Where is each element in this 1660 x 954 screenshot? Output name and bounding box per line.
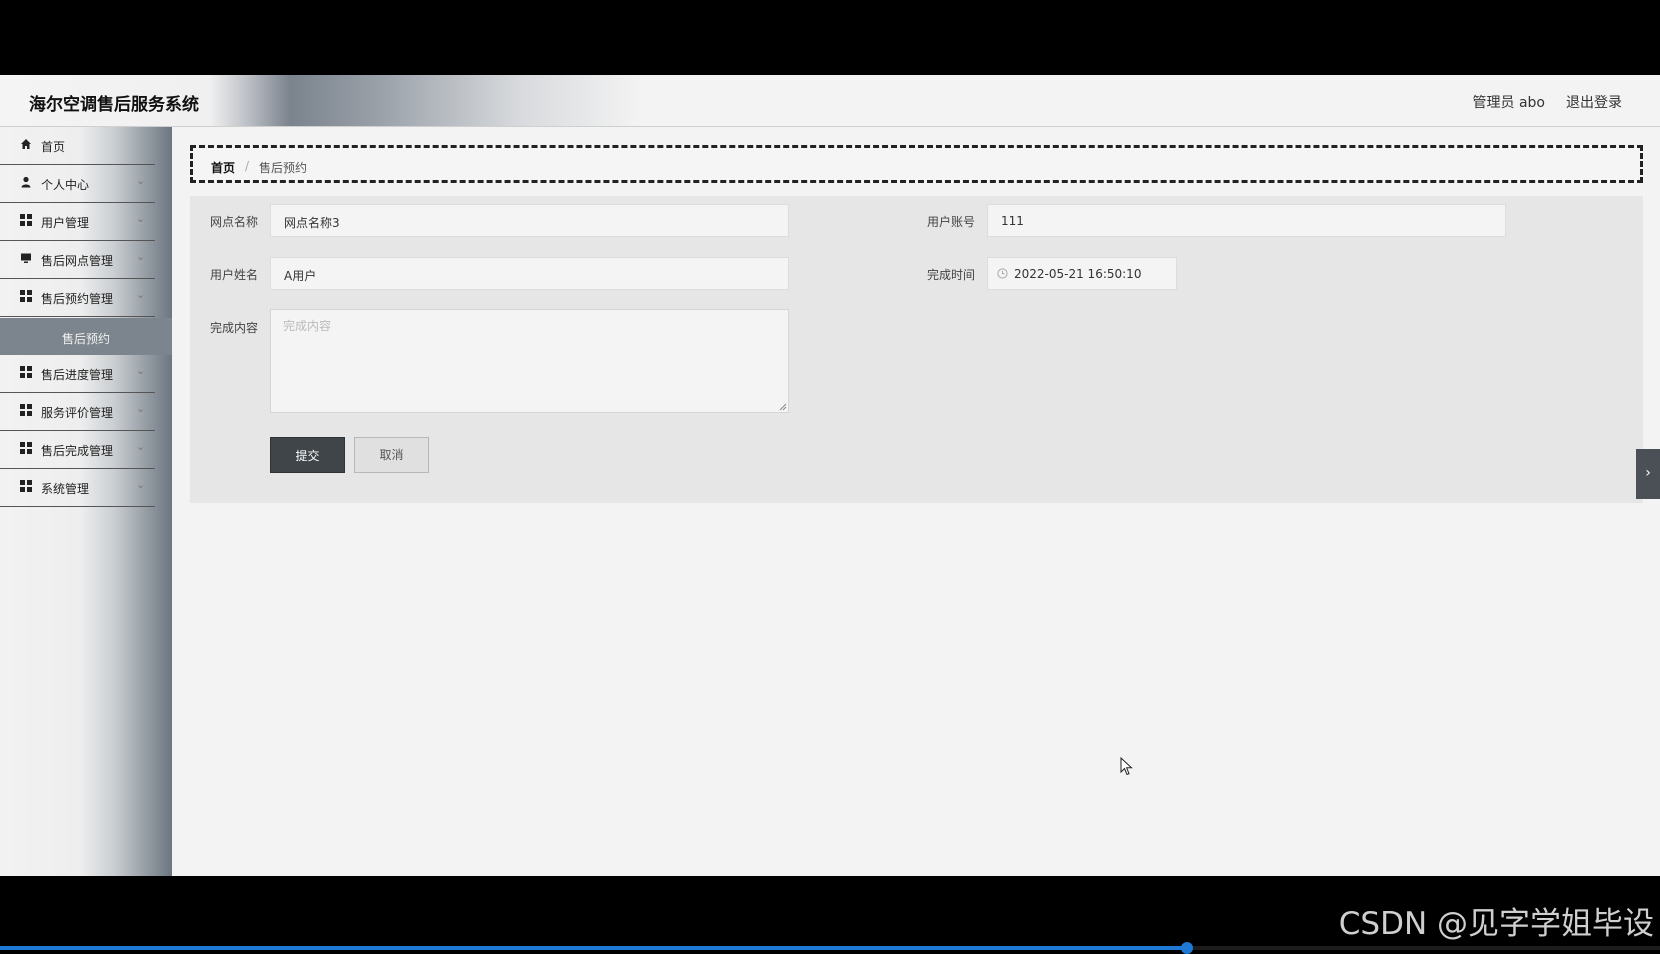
side-panel-toggle[interactable]: › [1636, 449, 1660, 499]
sidebar-subitem-appointment[interactable]: 售后预约 [0, 318, 172, 355]
breadcrumb-separator: / [245, 159, 250, 173]
grid-icon [20, 442, 32, 454]
grid-icon [20, 480, 32, 492]
sidebar-item-review-management[interactable]: 服务评价管理 ⌄ [0, 393, 155, 431]
video-progress-bar[interactable] [0, 942, 1660, 954]
app-window: 海尔空调售后服务系统 管理员 abo 退出登录 首页 个人中心 ⌄ 用户管理 ⌄… [0, 75, 1660, 876]
sidebar-item-label: 售后网点管理 [41, 254, 114, 268]
mouse-cursor-icon [1120, 757, 1133, 776]
top-header: 海尔空调售后服务系统 管理员 abo 退出登录 [0, 75, 1660, 127]
clock-icon [997, 268, 1008, 279]
watermark-text: CSDN @见字学姐毕设 [1338, 906, 1654, 942]
current-user: 管理员 abo [1472, 95, 1545, 111]
finish-content-placeholder: 完成内容 [283, 319, 332, 333]
chevron-down-icon: ⌄ [136, 288, 146, 301]
sidebar-item-home[interactable]: 首页 [0, 127, 155, 165]
chevron-down-icon: ⌄ [136, 402, 146, 415]
finish-content-label: 完成内容 [210, 321, 259, 335]
app-title: 海尔空调售后服务系统 [29, 95, 199, 115]
chevron-down-icon: ⌄ [136, 174, 146, 187]
sidebar-item-progress-management[interactable]: 售后进度管理 ⌄ [0, 355, 155, 393]
sidebar-item-system-management[interactable]: 系统管理 ⌄ [0, 469, 155, 507]
sidebar-item-appointment-management[interactable]: 售后预约管理 ⌄ [0, 279, 155, 317]
sidebar-item-label: 服务评价管理 [41, 406, 114, 420]
chevron-down-icon: ⌄ [136, 478, 146, 491]
appointment-form: 网点名称 网点名称3 用户账号 111 用户姓名 A用户 完成时间 2022-0… [190, 196, 1643, 503]
sidebar-item-personal-center[interactable]: 个人中心 ⌄ [0, 165, 155, 203]
chevron-down-icon: ⌄ [136, 212, 146, 225]
sidebar-item-label: 售后进度管理 [41, 368, 114, 382]
sidebar-menu: 首页 个人中心 ⌄ 用户管理 ⌄ 售后网点管理 ⌄ 售后预约管理 ⌄ 售后预约 … [0, 127, 172, 507]
home-icon [21, 139, 31, 149]
chevron-down-icon: ⌄ [136, 250, 146, 263]
grid-icon [20, 366, 32, 378]
logout-link[interactable]: 退出登录 [1566, 92, 1622, 112]
sidebar-item-user-management[interactable]: 用户管理 ⌄ [0, 203, 155, 241]
sidebar: 首页 个人中心 ⌄ 用户管理 ⌄ 售后网点管理 ⌄ 售后预约管理 ⌄ 售后预约 … [0, 127, 172, 876]
video-progress-fill [0, 946, 1187, 950]
video-progress-handle[interactable] [1180, 942, 1193, 954]
breadcrumb: 首页 / 售后预约 [190, 145, 1643, 183]
outlet-name-input[interactable]: 网点名称3 [270, 204, 789, 237]
outlet-name-label: 网点名称 [210, 215, 259, 229]
sidebar-item-label: 系统管理 [41, 482, 90, 496]
chevron-down-icon: ⌄ [136, 364, 146, 377]
sidebar-item-outlet-management[interactable]: 售后网点管理 ⌄ [0, 241, 155, 279]
cancel-button[interactable]: 取消 [354, 437, 429, 473]
monitor-icon [21, 253, 31, 263]
sidebar-subitem-label: 售后预约 [62, 332, 111, 346]
sidebar-item-label: 首页 [41, 140, 66, 154]
resize-handle-icon [779, 403, 787, 411]
chevron-down-icon: ⌄ [136, 440, 146, 453]
finish-time-value: 2022-05-21 16:50:10 [1014, 267, 1142, 281]
grid-icon [20, 290, 32, 302]
user-account-input[interactable]: 111 [987, 204, 1506, 237]
sidebar-item-label: 售后预约管理 [41, 292, 114, 306]
finish-time-picker[interactable]: 2022-05-21 16:50:10 [987, 257, 1177, 290]
user-name-input[interactable]: A用户 [270, 257, 789, 290]
chevron-right-icon: › [1645, 465, 1651, 481]
user-icon [21, 176, 31, 188]
sidebar-item-label: 用户管理 [41, 216, 90, 230]
sidebar-item-label: 售后完成管理 [41, 444, 114, 458]
grid-icon [20, 404, 32, 416]
submit-button[interactable]: 提交 [270, 437, 345, 473]
sidebar-item-label: 个人中心 [41, 178, 90, 192]
grid-icon [20, 214, 32, 226]
finish-time-label: 完成时间 [927, 268, 976, 282]
breadcrumb-current: 售后预约 [259, 161, 308, 175]
user-name-label: 用户姓名 [210, 268, 259, 282]
user-account-label: 用户账号 [927, 215, 976, 229]
sidebar-item-completion-management[interactable]: 售后完成管理 ⌄ [0, 431, 155, 469]
breadcrumb-home[interactable]: 首页 [211, 159, 235, 176]
finish-content-textarea[interactable]: 完成内容 [270, 309, 789, 413]
